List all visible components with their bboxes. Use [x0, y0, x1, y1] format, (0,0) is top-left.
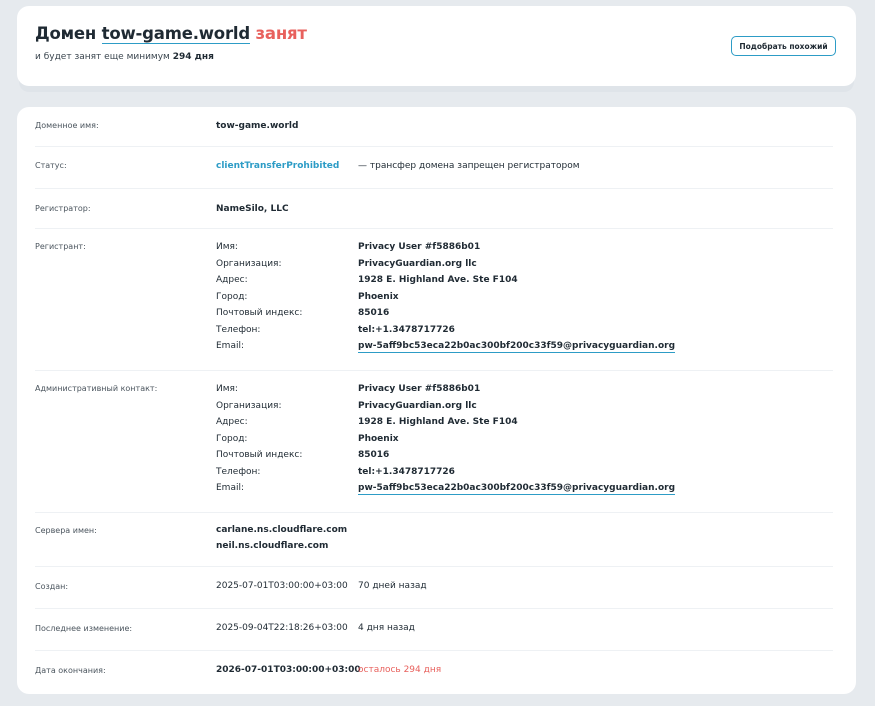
name-server-item: neil.ns.cloudflare.com	[216, 541, 329, 551]
title-prefix: Домен	[35, 24, 97, 43]
label-registrant: Регистрант:	[35, 242, 86, 251]
sub-days: 294 дня	[172, 52, 214, 62]
registrant-email-link[interactable]: pw-5aff9bc53eca22b0ac300bf200c33f59@priv…	[358, 341, 676, 353]
created-relative: 70 дней назад	[358, 581, 427, 591]
registrant-address: Адрес: 1928 E. Highland Ave. Ste F104	[216, 275, 518, 285]
domain-name-link[interactable]: tow-game.world	[101, 24, 250, 44]
registrant-email: Email: pw-5aff9bc53eca22b0ac300bf200c33f5…	[216, 341, 676, 353]
row-expires: Дата окончания: 2026-07-01T03:00:00+03:0…	[35, 651, 833, 694]
row-registrant: Регистрант: Имя: Privacy User #f5886b01 О…	[35, 229, 833, 371]
value-expires: 2026-07-01T03:00:00+03:00	[216, 665, 361, 675]
value-registrar: NameSilo, LLC	[216, 204, 289, 214]
admin-organization: Организация: PrivacyGuardian.org llc	[216, 400, 477, 411]
label-expires: Дата окончания:	[35, 666, 106, 675]
value-domain-name: tow-game.world	[216, 121, 299, 131]
value-updated: 2025-09-04T22:18:26+03:00	[216, 623, 348, 633]
status-description: — трансфер домена запрещен регистратором	[358, 161, 580, 171]
admin-email-link[interactable]: pw-5aff9bc53eca22b0ac300bf200c33f59@priv…	[358, 483, 676, 495]
admin-city: Город: Phoenix	[216, 433, 399, 444]
admin-email: Email: pw-5aff9bc53eca22b0ac300bf200c33f5…	[216, 483, 676, 495]
admin-address: Адрес: 1928 E. Highland Ave. Ste F104	[216, 417, 518, 427]
label-created: Создан:	[35, 582, 69, 591]
label-admin-contact: Административный контакт:	[35, 384, 158, 393]
name-servers-list: carlane.ns.cloudflare.com neil.ns.cloudf…	[216, 525, 836, 557]
row-name-servers: Сервера имен: carlane.ns.cloudflare.com …	[35, 513, 833, 567]
page-title: Домен tow-game.world занят	[35, 24, 307, 44]
registrant-name: Имя: Privacy User #f5886b01	[216, 242, 481, 252]
label-domain-name: Доменное имя:	[35, 121, 99, 130]
label-updated: Последнее изменение:	[35, 624, 133, 633]
registrant-phone: Телефон: tel:+1.3478717726	[216, 324, 455, 335]
whois-info-card: Доменное имя: tow-game.world Статус: cli…	[17, 107, 856, 694]
status-link[interactable]: clientTransferProhibited	[216, 161, 339, 171]
status-badge: занят	[255, 24, 307, 43]
registrant-organization: Организация: PrivacyGuardian.org llc	[216, 258, 477, 269]
sub-text: и будет занят еще минимум	[35, 52, 170, 62]
label-registrar: Регистратор:	[35, 204, 91, 213]
label-status: Статус:	[35, 161, 67, 170]
admin-contact-fields: Имя: Privacy User #f5886b01 Организация: P…	[216, 384, 836, 500]
registrant-fields: Имя: Privacy User #f5886b01 Организация: P…	[216, 242, 836, 358]
name-server-item: carlane.ns.cloudflare.com	[216, 525, 348, 535]
row-admin-contact: Административный контакт: Имя: Privacy Us…	[35, 371, 833, 513]
registrant-postal-code: Почтовый индекс: 85016	[216, 308, 390, 318]
row-created: Создан: 2025-07-01T03:00:00+03:00 70 дне…	[35, 567, 833, 609]
registrant-city: Город: Phoenix	[216, 291, 399, 302]
admin-phone: Телефон: tel:+1.3478717726	[216, 466, 455, 477]
value-created: 2025-07-01T03:00:00+03:00	[216, 581, 348, 591]
expires-remaining: осталось 294 дня	[358, 665, 442, 675]
updated-relative: 4 дня назад	[358, 623, 415, 633]
occupied-duration-text: и будет занят еще минимум 294 дня	[35, 52, 214, 62]
domain-status-card: Домен tow-game.world занят и будет занят…	[17, 6, 856, 86]
row-status: Статус: clientTransferProhibited — транс…	[35, 147, 833, 189]
row-updated: Последнее изменение: 2025-09-04T22:18:26…	[35, 609, 833, 651]
label-name-servers: Сервера имен:	[35, 526, 97, 535]
admin-postal-code: Почтовый индекс: 85016	[216, 450, 390, 460]
find-similar-button[interactable]: Подобрать похожий	[731, 36, 836, 56]
row-registrar: Регистратор: NameSilo, LLC	[35, 189, 833, 229]
admin-name: Имя: Privacy User #f5886b01	[216, 384, 481, 394]
row-domain-name: Доменное имя: tow-game.world	[35, 107, 833, 147]
